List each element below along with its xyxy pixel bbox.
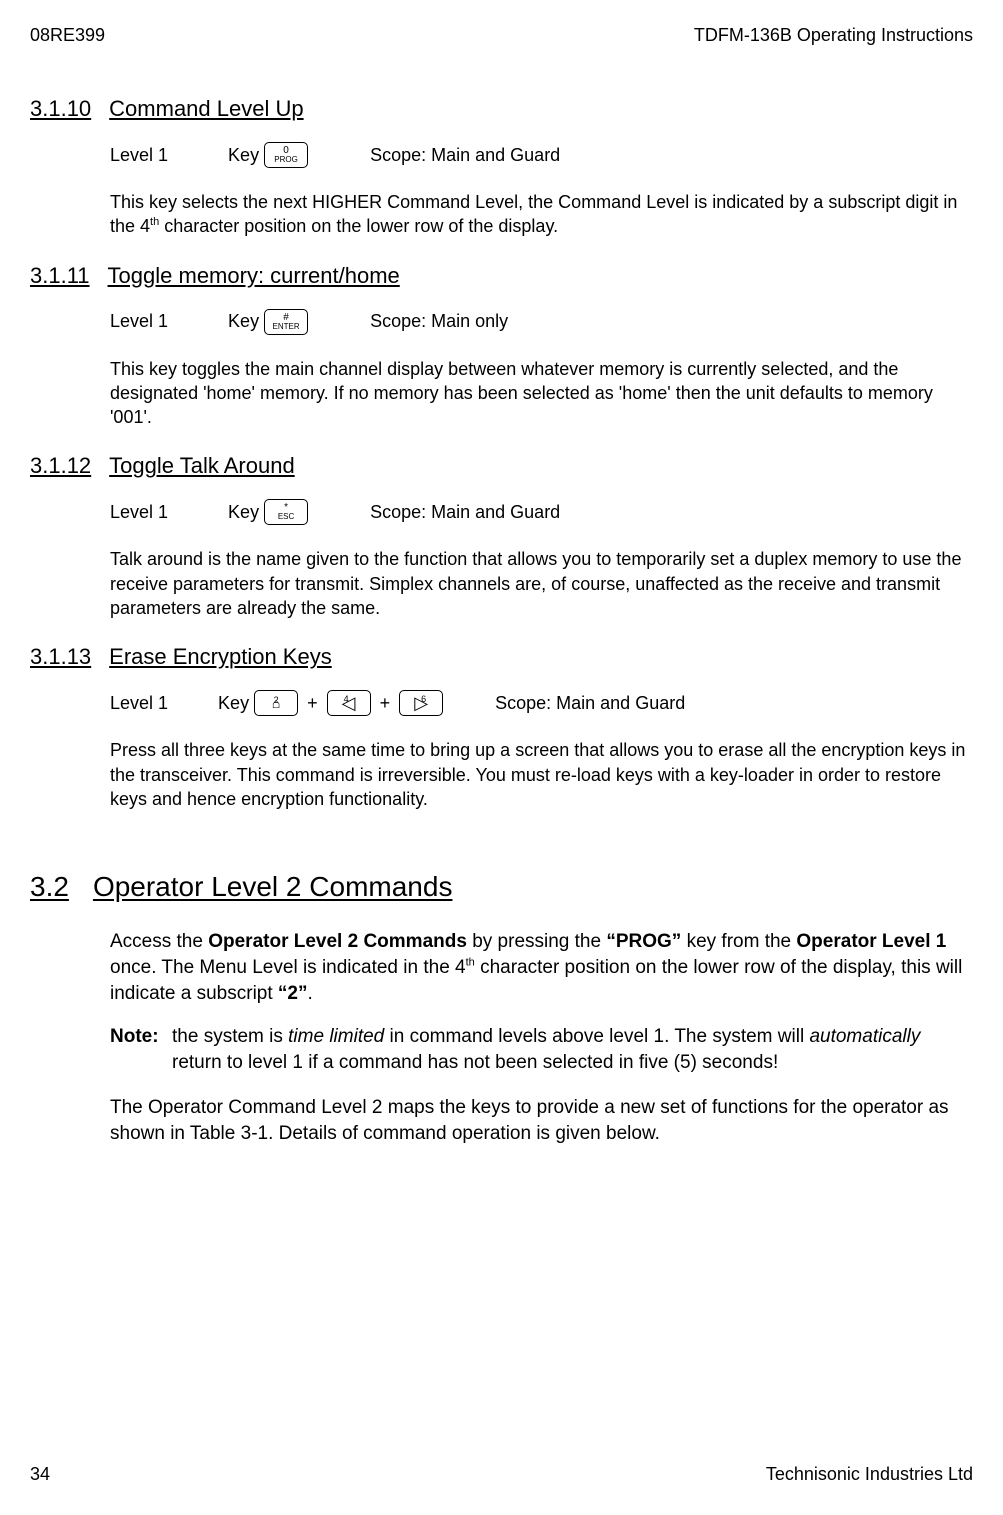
key-group: Key 0 PROG	[228, 142, 310, 168]
key-label: Key	[228, 143, 259, 167]
key-group: Key # ENTER	[228, 309, 310, 335]
header-doc-title: TDFM-136B Operating Instructions	[694, 25, 973, 46]
page-number: 34	[30, 1464, 50, 1485]
section-3-1-10-content: Level 1 Key 0 PROG Scope: Main and Guard…	[110, 142, 973, 239]
text-part: Access the	[110, 931, 208, 952]
key-hash-enter-icon: # ENTER	[264, 309, 308, 335]
section-3-1-11-content: Level 1 Key # ENTER Scope: Main only Thi…	[110, 309, 973, 430]
arrow-up-icon: ⌂	[272, 694, 280, 713]
company-name: Technisonic Industries Ltd	[766, 1464, 973, 1485]
scope-label: Scope: Main and Guard	[370, 143, 560, 167]
section-number: 3.2	[30, 871, 69, 903]
scope-label: Scope: Main and Guard	[370, 500, 560, 524]
text-part: .	[308, 983, 313, 1004]
level-label: Level 1	[110, 143, 168, 167]
key-bottom-label: ESC	[278, 513, 294, 521]
bold-text: Operator Level 2 Commands	[208, 931, 467, 952]
key-label: Key	[218, 691, 249, 715]
bold-text: Operator Level 1	[796, 931, 946, 952]
section-3-2-content: Access the Operator Level 2 Commands by …	[110, 929, 973, 1146]
scope-label: Scope: Main and Guard	[495, 691, 685, 715]
section-title: Operator Level 2 Commands	[93, 871, 453, 903]
key-group: Key 2 ⌂ + 4 ◁ + 6 ▷	[218, 690, 445, 716]
note-label: Note:	[110, 1024, 164, 1075]
section-title: Erase Encryption Keys	[109, 644, 332, 670]
header-doc-id: 08RE399	[30, 25, 105, 46]
paragraph-1: Access the Operator Level 2 Commands by …	[110, 929, 973, 1006]
level-label: Level 1	[110, 500, 168, 524]
page-footer: 34 Technisonic Industries Ltd	[30, 1464, 973, 1485]
body-text: Press all three keys at the same time to…	[110, 738, 973, 811]
key-star-esc-icon: * ESC	[264, 499, 308, 525]
key-2-up-icon: 2 ⌂	[254, 690, 298, 716]
key-4-left-icon: 4 ◁	[327, 690, 371, 716]
text-part: return to level 1 if a command has not b…	[172, 1052, 778, 1073]
key-0-prog-icon: 0 PROG	[264, 142, 308, 168]
italic-text: automatically	[809, 1026, 920, 1047]
section-3-1-12-content: Level 1 Key * ESC Scope: Main and Guard …	[110, 499, 973, 620]
text-part: by pressing the	[467, 931, 606, 952]
body-part-b: character position on the lower row of t…	[159, 216, 558, 236]
text-part: key from the	[681, 931, 796, 952]
section-title: Toggle memory: current/home	[108, 263, 400, 289]
paragraph-2: The Operator Command Level 2 maps the ke…	[110, 1095, 973, 1146]
key-6-right-icon: 6 ▷	[399, 690, 443, 716]
body-text: This key toggles the main channel displa…	[110, 357, 973, 430]
arrow-left-icon: ◁	[342, 691, 356, 715]
key-label: Key	[228, 500, 259, 524]
superscript-th: th	[466, 957, 475, 969]
superscript-th: th	[150, 216, 159, 228]
section-3-2-heading: 3.2 Operator Level 2 Commands	[30, 871, 973, 903]
level-key-scope-row: Level 1 Key # ENTER Scope: Main only	[110, 309, 973, 335]
quoted-bold: “2”	[278, 983, 308, 1004]
section-number: 3.1.11	[30, 263, 90, 289]
body-text: This key selects the next HIGHER Command…	[110, 190, 973, 239]
section-title: Toggle Talk Around	[109, 453, 295, 479]
note-text: the system is time limited in command le…	[172, 1024, 973, 1075]
plus-separator: +	[307, 691, 318, 715]
section-number: 3.1.13	[30, 644, 91, 670]
level-label: Level 1	[110, 309, 168, 333]
key-group: Key * ESC	[228, 499, 310, 525]
quoted-bold: “PROG”	[606, 931, 681, 952]
section-3-1-11-heading: 3.1.11 Toggle memory: current/home	[30, 263, 973, 289]
section-3-1-12-heading: 3.1.12 Toggle Talk Around	[30, 453, 973, 479]
level-key-scope-row: Level 1 Key 0 PROG Scope: Main and Guard	[110, 142, 973, 168]
text-part: the system is	[172, 1026, 288, 1047]
italic-text: time limited	[288, 1026, 384, 1047]
level-key-scope-row: Level 1 Key 2 ⌂ + 4 ◁ + 6 ▷	[110, 690, 973, 716]
section-3-1-13-content: Level 1 Key 2 ⌂ + 4 ◁ + 6 ▷	[110, 690, 973, 811]
note-row: Note: the system is time limited in comm…	[110, 1024, 973, 1075]
key-bottom-label: ENTER	[273, 323, 300, 331]
text-part: once. The Menu Level is indicated in the…	[110, 957, 466, 978]
section-3-1-13-heading: 3.1.13 Erase Encryption Keys	[30, 644, 973, 670]
section-3-1-10-heading: 3.1.10 Command Level Up	[30, 96, 973, 122]
scope-label: Scope: Main only	[370, 309, 508, 333]
body-text: Talk around is the name given to the fun…	[110, 547, 973, 620]
section-number: 3.1.12	[30, 453, 91, 479]
level-label: Level 1	[110, 691, 168, 715]
arrow-right-icon: ▷	[414, 691, 428, 715]
key-label: Key	[228, 309, 259, 333]
text-part: in command levels above level 1. The sys…	[384, 1026, 809, 1047]
section-title: Command Level Up	[109, 96, 303, 122]
section-number: 3.1.10	[30, 96, 91, 122]
key-bottom-label: PROG	[274, 156, 298, 164]
level-key-scope-row: Level 1 Key * ESC Scope: Main and Guard	[110, 499, 973, 525]
page-header: 08RE399 TDFM-136B Operating Instructions	[30, 25, 973, 46]
plus-separator: +	[380, 691, 391, 715]
